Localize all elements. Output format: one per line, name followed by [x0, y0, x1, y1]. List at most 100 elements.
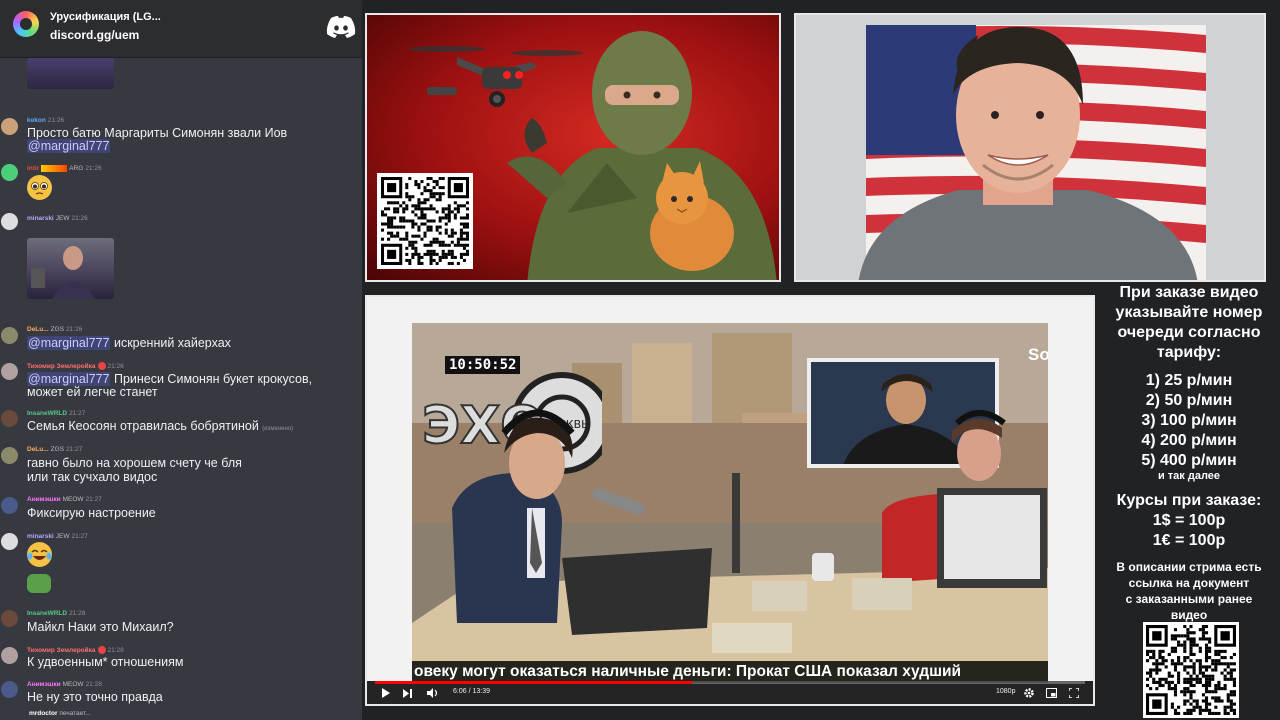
qr-code-icon[interactable] — [1143, 622, 1239, 718]
mention[interactable]: @marginal777 — [27, 336, 111, 350]
role-badge: ZGS — [50, 446, 65, 453]
role-badge: JEW — [55, 533, 70, 540]
message-text: К удвоенным* отношениям — [27, 655, 184, 669]
message-text: может ей легче станет — [27, 385, 158, 399]
timestamp: 21:27 — [71, 533, 88, 540]
message-text: Семья Кеосоян отравилась бобрятиной (изм… — [27, 419, 293, 436]
progress-bar[interactable] — [375, 681, 1085, 684]
streamer-webcam — [858, 26, 1198, 280]
volume-icon[interactable] — [427, 688, 438, 698]
message-text: Фиксирую настроение — [27, 506, 156, 520]
username[interactable]: InsaneWRLD — [27, 410, 67, 417]
miniplayer-icon[interactable] — [1046, 688, 1057, 698]
time-display: 6:06 / 13:39 — [453, 688, 490, 695]
avatar[interactable] — [1, 327, 18, 344]
timestamp: 21:27 — [66, 446, 83, 453]
message-text: Майкл Наки это Михаил? — [27, 620, 174, 634]
info-footer: ссылка на документ — [1128, 576, 1250, 590]
tariff-item: 2) 50 р/мин — [1145, 392, 1233, 409]
qr-code-icon[interactable] — [377, 173, 473, 269]
mention[interactable]: @marginal777 — [27, 139, 111, 153]
avatar[interactable] — [1, 681, 18, 698]
avatar[interactable] — [1, 213, 18, 230]
username[interactable]: DeLu... — [27, 446, 49, 453]
rate-item: 1$ = 100р — [1152, 512, 1226, 529]
role-badge: MEOW — [62, 496, 84, 503]
message-text: Просто батю Маргариты Симонян звали Иов — [27, 126, 288, 140]
avatar[interactable] — [1, 533, 18, 550]
message-text: @marginal777 — [27, 139, 111, 153]
fullscreen-icon[interactable] — [1069, 688, 1079, 698]
avatar[interactable] — [1, 647, 18, 664]
message-text: гавно было на хорошем счету че бля — [27, 456, 242, 470]
avatar[interactable] — [1, 118, 18, 135]
video-frame[interactable]: ЭХО МОСКВЫ 10:50:52 S — [412, 323, 1048, 681]
pepe-sticker-icon — [27, 574, 51, 593]
message-body: искренний хайерхах — [110, 336, 231, 350]
info-heading: очереди согласно — [1117, 324, 1261, 341]
server-invite-link[interactable]: discord.gg/uem — [50, 28, 139, 42]
tariff-item: 4) 200 р/мин — [1141, 432, 1237, 449]
avatar[interactable] — [1, 164, 18, 181]
next-icon[interactable] — [403, 689, 412, 698]
username[interactable]: DeLu... — [27, 326, 49, 333]
server-header[interactable]: Урусификация (LG... discord.gg/uem — [0, 0, 362, 58]
role-badge: ZGS — [50, 326, 65, 333]
info-footer: В описании стрима есть — [1116, 560, 1262, 574]
message-text: @marginal777 искренний хайерхах — [27, 336, 231, 350]
avatar[interactable] — [1, 447, 18, 464]
flag-badge-icon — [41, 165, 68, 172]
progress-fill — [375, 681, 693, 684]
channel-logo-text: Sotnik — [1028, 345, 1048, 364]
video-player[interactable]: ЭХО МОСКВЫ 10:50:52 S овеку могут оказат… — [365, 295, 1095, 706]
info-footer: с заказанными ранее — [1125, 592, 1253, 606]
webcam-panel — [794, 13, 1266, 282]
soldier-illustration — [507, 31, 777, 280]
username[interactable]: minarski — [27, 215, 54, 222]
username[interactable]: Анимэшки — [27, 681, 61, 688]
avatar[interactable] — [1, 497, 18, 514]
avatar[interactable] — [1, 610, 18, 627]
tariff-item: 3) 100 р/мин — [1141, 412, 1237, 429]
edited-label: (изменено) — [262, 426, 294, 432]
poster-panel — [365, 13, 781, 282]
tariff-etc: и так далее — [1157, 470, 1221, 482]
timestamp: 21:28 — [107, 646, 124, 654]
info-heading: При заказе видео — [1119, 284, 1259, 301]
timestamp: 21:28 — [85, 681, 102, 688]
server-icon[interactable] — [13, 11, 39, 37]
timestamp: 21:26 — [107, 362, 124, 370]
timestamp: 21:27 — [85, 496, 102, 503]
role-badge: JEW — [55, 215, 70, 222]
message-text: @marginal777 Принеси Симонян букет кроку… — [27, 372, 312, 386]
status-icon — [97, 362, 106, 370]
chat-image[interactable] — [27, 238, 114, 299]
username[interactable]: Тихомир Землеройка — [27, 363, 96, 370]
settings-gear-icon[interactable] — [1024, 688, 1034, 698]
avatar[interactable] — [1, 363, 18, 380]
message-body: Семья Кеосоян отравилась бобрятиной — [27, 419, 259, 433]
mention[interactable]: @marginal777 — [27, 372, 111, 386]
rates-title: Курсы при заказе: — [1116, 492, 1262, 509]
video-controls: 6:06 / 13:39 1080p — [367, 681, 1093, 704]
news-ticker: овеку могут оказаться наличные деньги: П… — [412, 661, 1048, 683]
message-body: Принеси Симонян букет крокусов, — [110, 372, 313, 386]
timestamp: 21:28 — [69, 610, 86, 617]
username[interactable]: intir — [27, 165, 39, 172]
tariff-item: 5) 400 р/мин — [1141, 452, 1237, 469]
username[interactable]: minarski — [27, 533, 54, 540]
chat-image-partial[interactable] — [27, 58, 114, 89]
timestamp: 21:27 — [69, 410, 86, 417]
username[interactable]: Тихомир Землеройка — [27, 647, 96, 654]
rate-item: 1€ = 100р — [1152, 532, 1226, 549]
play-icon[interactable] — [381, 688, 390, 698]
studio-scene — [412, 409, 1048, 681]
username[interactable]: Анимэшки — [27, 496, 61, 503]
avatar[interactable] — [1, 410, 18, 427]
tariff-item: 1) 25 р/мин — [1145, 372, 1233, 389]
timestamp: 21:26 — [47, 117, 65, 124]
username[interactable]: kekon — [27, 117, 46, 124]
typing-indicator: mrdoctor печатает... — [29, 710, 91, 717]
info-footer: видео — [1170, 608, 1208, 622]
username[interactable]: InsaneWRLD — [27, 610, 67, 617]
